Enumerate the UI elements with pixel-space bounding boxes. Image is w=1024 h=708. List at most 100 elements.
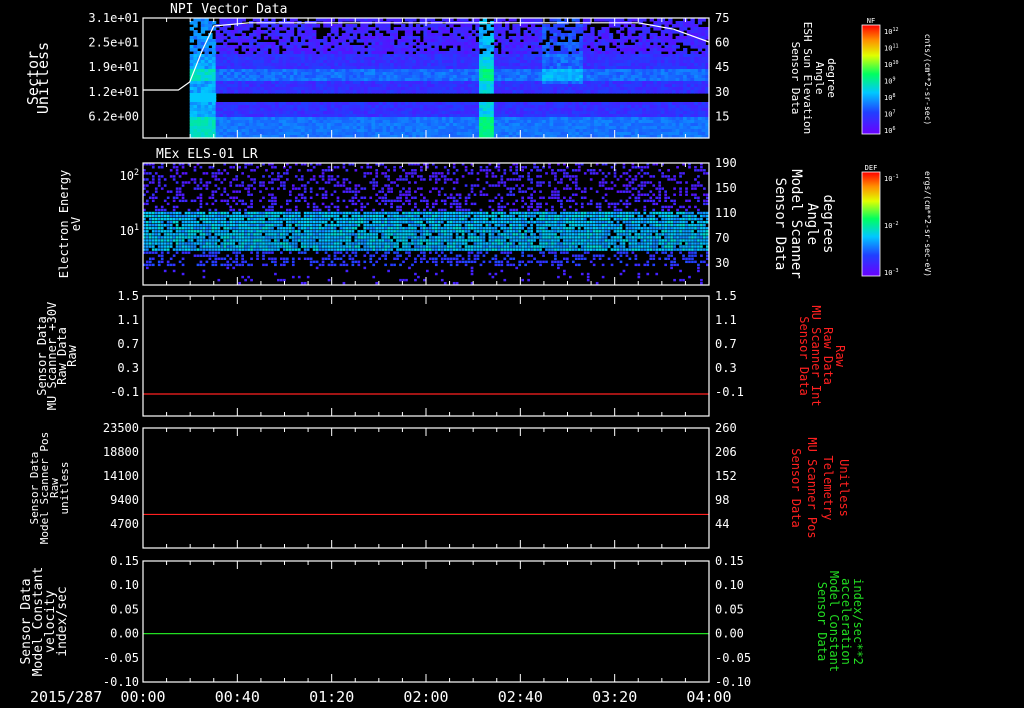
npi-spectrogram-cell [597,90,603,94]
els-spectrogram-cell [160,248,164,251]
els-spectrogram-cell [181,239,185,242]
npi-spectrogram-cell [319,90,324,94]
npi-spectrogram-cell [319,39,324,43]
npi-spectrogram-cell [271,90,276,94]
npi-spectrogram-cell [527,90,532,94]
els-spectrogram-cell [145,211,149,215]
npi-spectrogram-cell [423,90,428,94]
els-spectrogram-cell [160,257,164,260]
npi-spectrogram-cell [438,42,443,46]
els-spectrogram-cell [151,239,155,242]
els-spectrogram-cell [169,239,173,242]
npi-spectrogram-cell [460,33,465,37]
els-spectrogram-cell [175,205,179,209]
els-spectrogram-cell [157,208,161,212]
npi-spectrogram-cell [382,27,387,31]
els-spectrogram-cell [151,175,155,178]
els-spectrogram-cell [169,236,173,239]
npi-spectrogram-cell [493,36,499,40]
npi-spectrogram-cell [234,30,239,34]
els-spectrogram-cell [160,242,164,245]
els-spectrogram-cell [178,227,182,230]
els-spectrogram-cell [163,224,167,227]
els-spectrogram-cell [181,166,185,169]
els-spectrogram-cell [172,205,176,209]
els-spectrogram-cell [151,257,155,260]
npi-spectrogram-cell [664,30,669,34]
npi-spectrogram-cell [375,24,380,28]
npi-spectrogram-cell [456,42,462,46]
els-spectrogram-cell [154,242,158,245]
npi-spectrogram-cell [367,90,373,94]
npi-spectrogram-cell [397,90,402,94]
els-spectrogram-cell [166,217,170,221]
els-spectrogram-cell [151,245,155,248]
npi-spectrogram-cell [690,90,695,94]
els-spectrogram-cell [172,211,176,215]
npi-spectrogram-cell [623,39,628,43]
npi-spectrogram-cell [634,48,640,52]
npi-spectrogram-cell [393,90,399,94]
els-spectrogram-cell [154,187,158,190]
npi-spectrogram-cell [330,30,335,34]
npi-spectrogram-cell [260,24,265,28]
els-spectrogram-cell [181,184,185,187]
npi-spectrogram-cell [208,48,213,52]
els-spectrogram-cell [181,196,185,199]
npi-spectrogram-cell [345,36,350,40]
npi-spectrogram-cell [504,48,510,52]
els-spectrogram-cell [169,190,173,193]
npi-spectrogram-cell [575,45,580,49]
npi-spectrogram-cell [352,36,358,40]
els-spectrogram-cell [169,169,173,172]
npi-spectrogram-cell [523,24,528,28]
npi-spectrogram-cell [419,27,424,31]
npi-spectrogram-cell [497,30,502,34]
npi-spectrogram-cell [634,36,640,40]
els-spectrogram-cell [169,224,173,227]
npi-spectrogram-cell [352,24,358,28]
els-spectrogram-cell [148,220,152,224]
els-spectrogram-cell [157,233,161,236]
els-spectrogram-cell [163,236,167,239]
npi-spectrogram-cell [549,30,554,34]
els-spectrogram-cell [166,220,170,224]
npi-spectrogram-cell [271,36,276,40]
els-spectrogram-cell [169,245,173,248]
npi-spectrogram-cell [571,90,577,94]
npi-spectrogram-cell [586,90,591,94]
els-spectrogram-cell [169,220,173,224]
els-spectrogram-cell [175,242,179,245]
npi-spectrogram-cell [249,24,254,28]
npi-spectrogram-cell [234,90,239,94]
els-spectrogram-cell [175,224,179,227]
npi-spectrogram-cell [237,30,243,34]
els-spectrogram-cell [145,172,149,175]
npi-spectrogram-cell [490,27,495,31]
npi-spectrogram-cell [508,90,514,94]
els-spectrogram-cell [154,196,158,199]
npi-spectrogram-cell [471,45,476,49]
npi-spectrogram-cell [267,45,272,49]
npi-spectrogram-cell [349,30,354,34]
npi-spectrogram-cell [686,42,692,46]
npi-spectrogram-cell [434,27,439,31]
npi-spectrogram-cell [430,27,436,31]
els-spectrogram-cell [157,236,161,239]
els-spectrogram-cell [160,187,164,190]
npi-spectrogram-cell [415,39,421,43]
npi-spectrogram-cell [441,30,447,34]
npi-spectrogram-cell [590,90,595,94]
els-spectrogram-cell [157,181,161,184]
npi-spectrogram-cell [334,33,339,37]
els-spectrogram-cell [145,236,149,239]
els-spectrogram-cell [175,169,179,172]
npi-spectrogram-cell [549,90,554,94]
els-spectrogram-cell [145,227,149,230]
els-spectrogram-cell [160,239,164,242]
npi-spectrogram-cell [553,90,558,94]
npi-spectrogram-cell [226,39,232,43]
npi-spectrogram-cell [412,36,417,40]
npi-spectrogram-cell [219,27,224,31]
els-spectrogram-cell [175,217,179,221]
